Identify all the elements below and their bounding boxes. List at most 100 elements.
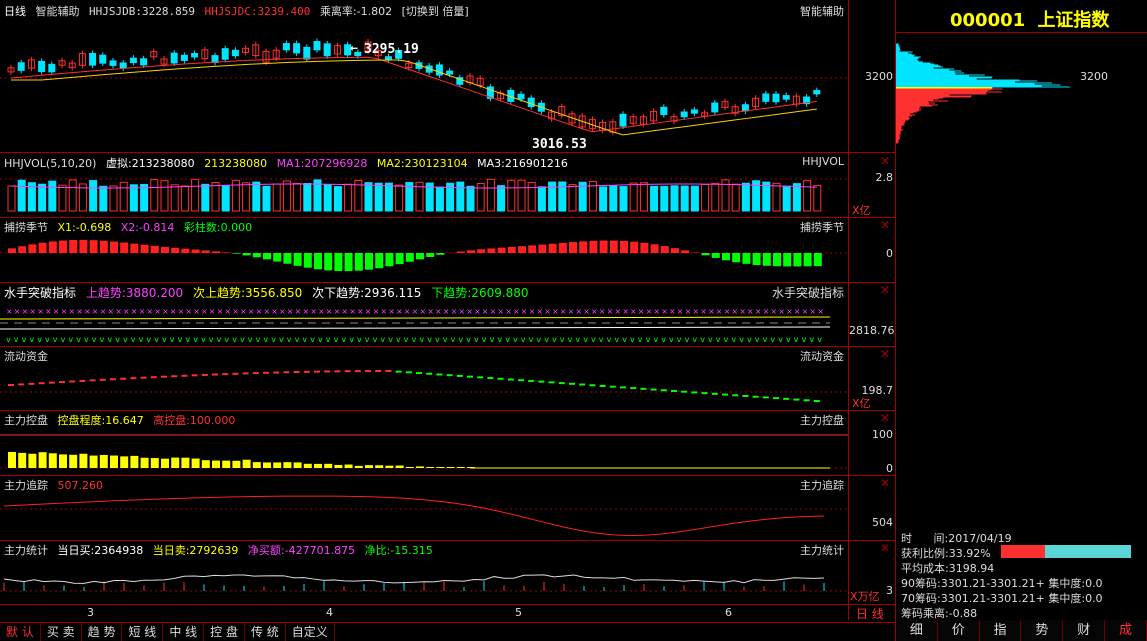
sailor-mark: × xyxy=(404,307,411,316)
sailor-mark: × xyxy=(755,307,762,316)
sailor-mark: × xyxy=(318,307,325,316)
volume-bar xyxy=(507,179,516,212)
tab-medium[interactable]: 中 线 xyxy=(163,623,205,641)
close-pane-icon[interactable]: ✕ xyxy=(880,347,890,361)
arrow-icon: ← xyxy=(350,41,358,56)
sailor-mark: v xyxy=(630,335,635,344)
tab-custom[interactable]: 自定义 xyxy=(286,623,335,641)
tab-classic[interactable]: 传 统 xyxy=(245,623,286,641)
volume-bar xyxy=(333,186,342,212)
tab-volume-cost[interactable]: 成 xyxy=(1105,620,1147,641)
sailor-mark: v xyxy=(334,335,339,344)
season-bar xyxy=(38,242,47,253)
close-pane-icon[interactable]: ✕ xyxy=(880,154,890,168)
season-bar xyxy=(365,253,373,270)
close-pane-icon[interactable]: ✕ xyxy=(880,476,890,490)
sailor-mark: v xyxy=(669,335,674,344)
sailor-mark: v xyxy=(185,335,190,344)
sailor-mark: × xyxy=(341,307,348,316)
close-pane-icon[interactable]: ✕ xyxy=(880,283,890,297)
volume-bar xyxy=(180,185,189,212)
season-chart[interactable] xyxy=(0,218,848,281)
sailor-mark: × xyxy=(131,307,138,316)
sailor-mark: v xyxy=(802,335,807,344)
sailor-mark: × xyxy=(817,307,824,316)
season-bar xyxy=(79,239,88,253)
season-bar xyxy=(456,251,465,253)
season-bar xyxy=(242,253,251,256)
period-selector[interactable]: 日 线 xyxy=(856,605,884,622)
sailor-mark: × xyxy=(575,307,582,316)
sailor-mark: v xyxy=(224,335,229,344)
season-bar xyxy=(212,251,220,253)
sailor-mark: × xyxy=(256,307,263,316)
tab-default[interactable]: 默 认 xyxy=(0,623,41,641)
sailor-mark: v xyxy=(677,335,682,344)
sailor-mark: v xyxy=(217,335,222,344)
sailor-mark: × xyxy=(100,307,107,316)
control-bar xyxy=(171,457,180,468)
tab-price[interactable]: 价 xyxy=(937,620,980,641)
season-bar xyxy=(89,240,98,253)
kline-chart[interactable]: ← 3295.19 3016.53 xyxy=(0,0,848,152)
sailor-mark: v xyxy=(178,335,183,344)
sailor-mark: v xyxy=(341,335,346,344)
sailor-mark: × xyxy=(552,307,559,316)
tab-control[interactable]: 控 盘 xyxy=(204,623,245,641)
sailor-mark: v xyxy=(279,335,284,344)
sailor-line xyxy=(0,326,831,330)
tab-finance[interactable]: 财 xyxy=(1063,620,1106,641)
season-bar xyxy=(701,253,710,256)
candlestick xyxy=(660,106,668,115)
volume-chart[interactable] xyxy=(0,153,848,216)
tab-short[interactable]: 短 线 xyxy=(122,623,164,641)
candlestick xyxy=(99,54,107,64)
volume-bar xyxy=(772,182,781,212)
tab-detail[interactable]: 细 xyxy=(896,620,938,641)
volume-bar xyxy=(242,182,251,212)
volume-bar xyxy=(395,184,404,212)
tracking-chart[interactable] xyxy=(0,476,848,539)
stats-chart[interactable] xyxy=(0,541,848,604)
tab-index[interactable]: 指 xyxy=(979,620,1022,641)
sailor-mark: × xyxy=(630,307,637,316)
season-bar xyxy=(48,241,57,253)
sailor-mark: × xyxy=(607,307,614,316)
season-bar xyxy=(375,253,384,269)
sailor-mark: v xyxy=(404,335,409,344)
liquidity-unit: X亿 xyxy=(852,397,871,410)
sailor-mark: v xyxy=(700,335,705,344)
sailor-mark: × xyxy=(209,307,216,316)
month-label: 3 xyxy=(87,606,94,619)
close-pane-icon[interactable]: ✕ xyxy=(880,541,890,555)
sailor-chart[interactable]: × v × v × v × v × v × v × v × v × v × v × v × v × v × v × v × v × v × v × v × v… xyxy=(0,283,848,346)
sailor-line xyxy=(0,316,831,320)
volume-bar xyxy=(537,186,546,212)
control-bar xyxy=(385,465,394,468)
chip-deviation: 筹码乘离:-0.88 xyxy=(901,607,978,620)
season-bar xyxy=(630,241,639,253)
liquidity-chart[interactable] xyxy=(0,347,848,410)
stock-code: 000001 xyxy=(950,10,1026,31)
volume-bar xyxy=(7,185,16,212)
sailor-mark: × xyxy=(162,307,169,316)
tab-trend[interactable]: 趋 势 xyxy=(82,623,123,641)
tab-momentum[interactable]: 势 xyxy=(1021,620,1064,641)
candlestick xyxy=(221,48,229,60)
avg-cost: 平均成本:3198.94 xyxy=(901,562,995,575)
sailor-mark: v xyxy=(131,335,136,344)
control-bar xyxy=(263,462,271,468)
volume-bar xyxy=(680,185,689,212)
close-pane-icon[interactable]: ✕ xyxy=(880,411,890,425)
control-chart[interactable] xyxy=(0,411,848,474)
season-bar xyxy=(477,249,486,253)
close-pane-icon[interactable]: ✕ xyxy=(880,218,890,232)
control-axis-0: 0 xyxy=(886,462,893,475)
sailor-mark: × xyxy=(154,307,161,316)
volume-bar xyxy=(650,185,659,212)
sailor-mark: × xyxy=(521,307,528,316)
control-bar xyxy=(38,452,47,468)
sailor-mark: v xyxy=(716,335,721,344)
candlestick xyxy=(435,64,443,76)
tab-buysell[interactable]: 买 卖 xyxy=(41,623,82,641)
